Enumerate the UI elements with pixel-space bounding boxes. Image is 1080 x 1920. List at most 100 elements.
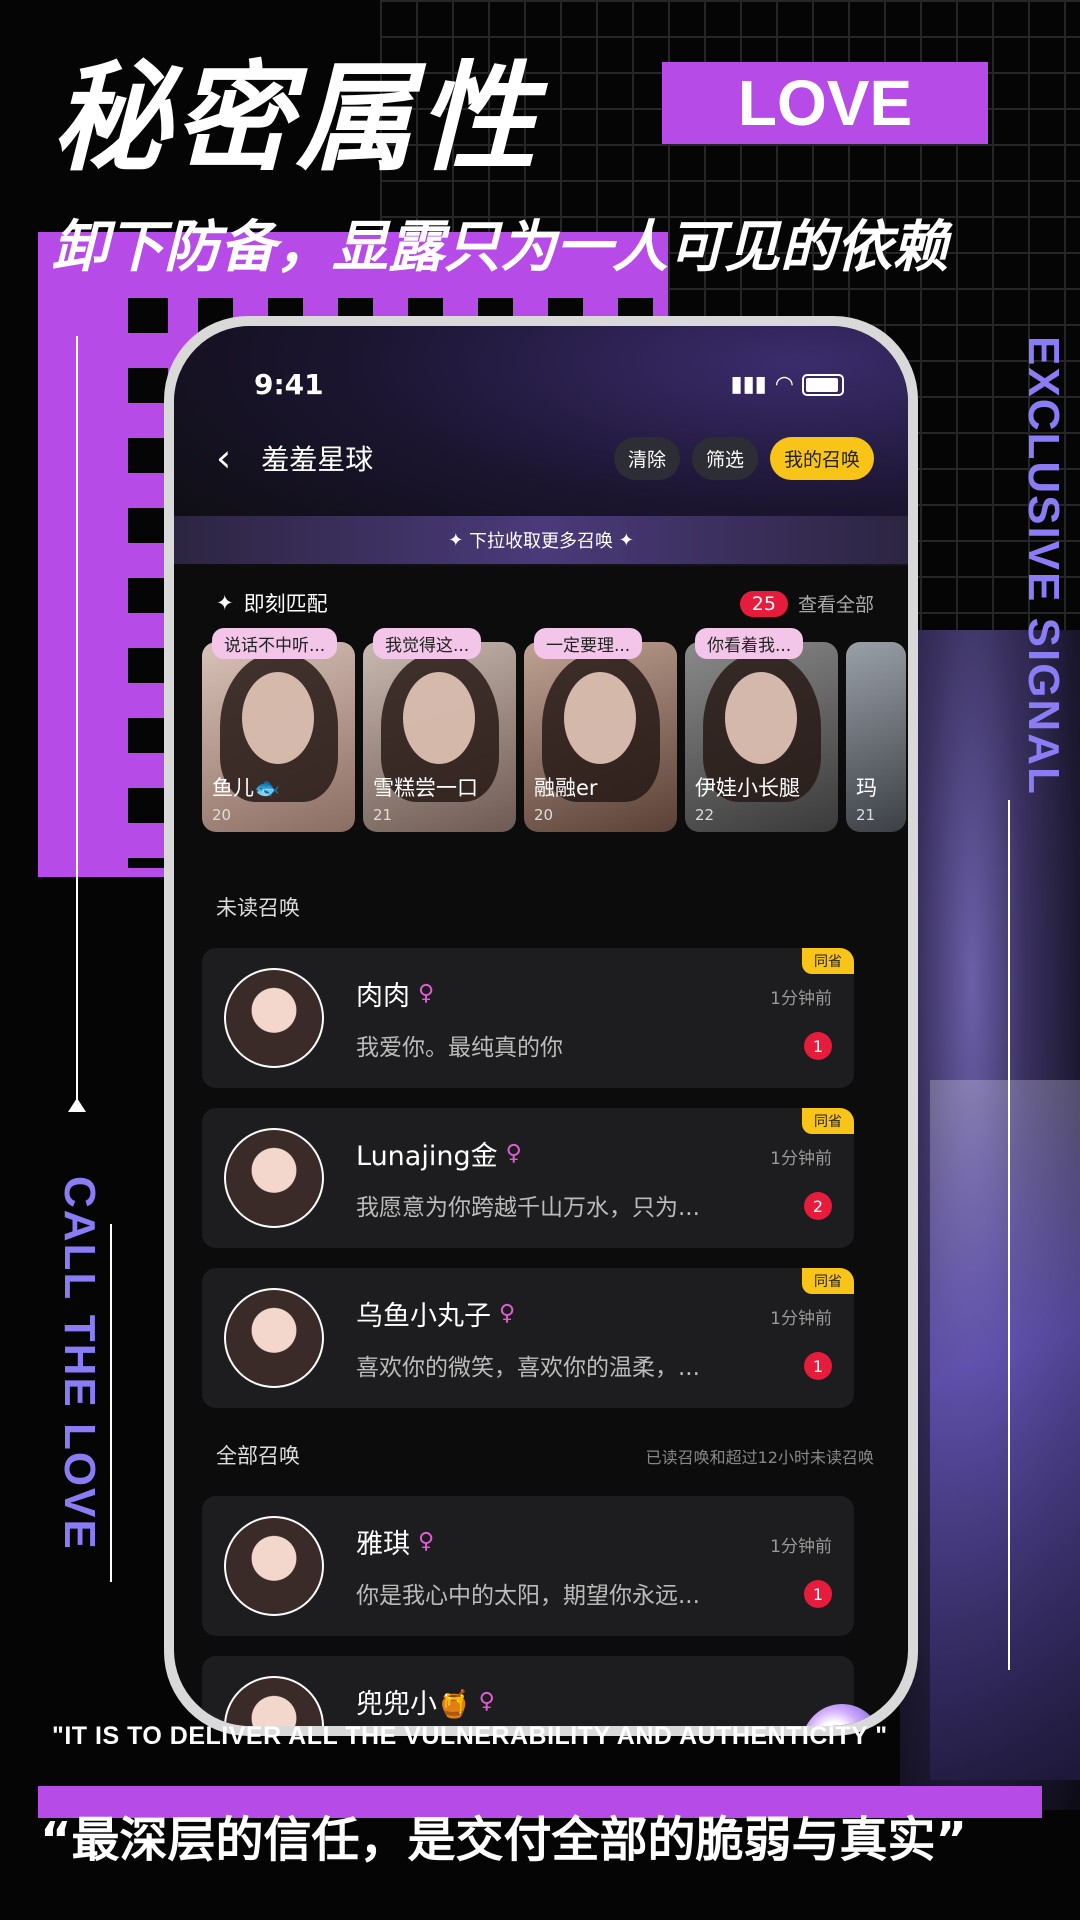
all-section-title: 全部召唤 <box>216 1444 300 1468</box>
profile-face <box>725 672 797 764</box>
female-icon: ♀ <box>505 1141 522 1166</box>
card-name: 融融er <box>534 776 598 800</box>
status-bar: 9:41 ▮▮▮ ◠ <box>254 368 844 401</box>
message-item[interactable]: 肉肉 ♀ 1分钟前 我爱你。最纯真的你 1 同省 <box>202 948 854 1088</box>
message-name-row: 兜兜小🍯 ♀ <box>356 1682 495 1721</box>
unread-badge: 1 <box>804 1032 832 1060</box>
message-preview: 我愿意为你跨越千山万水，只为... <box>356 1195 700 1221</box>
status-icons: ▮▮▮ ◠ <box>730 372 844 397</box>
message-name-row: 雅琪 ♀ <box>356 1522 434 1561</box>
card-bubble: 你看着我... <box>695 628 804 659</box>
card-name: 鱼儿🐟 <box>212 776 281 800</box>
love-badge: LOVE <box>662 62 988 144</box>
battery-icon <box>802 373 844 396</box>
avatar <box>224 1128 324 1228</box>
message-item[interactable]: 乌鱼小丸子 ♀ 1分钟前 喜欢你的微笑，喜欢你的温柔，... 1 同省 <box>202 1268 854 1408</box>
match-card[interactable]: 我觉得这... 雪糕尝一口 21 <box>363 628 516 832</box>
sparkle-icon: ✦ <box>448 529 469 551</box>
profile-face <box>564 672 636 764</box>
message-time: 1分钟前 <box>770 1309 832 1329</box>
match-card-list: 说话不中听... 鱼儿🐟 20 我觉得这... 雪糕尝一口 21 一定要理...… <box>202 628 906 832</box>
female-icon: ♀ <box>418 1529 435 1554</box>
card-bubble: 我觉得这... <box>373 628 482 659</box>
message-time: 1分钟前 <box>770 1537 832 1557</box>
match-card[interactable]: 说话不中听... 鱼儿🐟 20 <box>202 628 355 832</box>
card-name: 伊娃小长腿 <box>695 776 800 800</box>
female-icon: ♀ <box>499 1301 516 1326</box>
triangle-marker-icon <box>68 1098 86 1112</box>
clear-button[interactable]: 清除 <box>613 436 680 480</box>
view-all-label: 查看全部 <box>797 594 874 616</box>
message-preview: 我爱你。最纯真的你 <box>356 1035 563 1061</box>
wifi-icon: ◠ <box>774 372 794 397</box>
message-name: 兜兜小🍯 <box>356 1689 471 1720</box>
card-age: 20 <box>212 806 232 824</box>
filter-button[interactable]: 筛选 <box>691 436 758 480</box>
message-name: 肉肉 <box>356 981 410 1012</box>
card-name: 玛 <box>856 776 877 800</box>
message-name-row: 肉肉 ♀ <box>356 974 434 1013</box>
view-all-link[interactable]: 25 查看全部 <box>739 590 874 617</box>
match-card[interactable]: 你看着我... 伊娃小长腿 22 <box>685 628 838 832</box>
divider-line-right <box>1008 800 1010 1670</box>
avatar <box>224 1676 324 1726</box>
message-name: Lunajing金 <box>356 1141 498 1172</box>
status-time: 9:41 <box>254 368 324 401</box>
app-screen: 9:41 ▮▮▮ ◠ ‹ 羞羞星球 清除 筛选 我的召唤 ✦ 下拉收取更多召唤 … <box>174 326 908 1726</box>
message-time: 1分钟前 <box>770 1149 832 1169</box>
quote-chinese: “最深层的信任，是交付全部的脆弱与真实” <box>40 1812 968 1868</box>
profile-face <box>403 672 475 764</box>
signal-icon: ▮▮▮ <box>730 372 767 397</box>
message-item[interactable]: 雅琪 ♀ 1分钟前 你是我心中的太阳，期望你永远... 1 <box>202 1496 854 1636</box>
card-bubble: 说话不中听... <box>212 628 338 659</box>
quote-english: "IT IS TO DELIVER ALL THE VULNERABILITY … <box>52 1722 888 1750</box>
nav-bar: ‹ 羞羞星球 清除 筛选 我的召唤 <box>216 436 874 480</box>
side-text-right: EXCLUSIVE SIGNAL <box>1019 336 1068 796</box>
phone-frame: 9:41 ▮▮▮ ◠ ‹ 羞羞星球 清除 筛选 我的召唤 ✦ 下拉收取更多召唤 … <box>164 316 918 1736</box>
pull-banner[interactable]: ✦ 下拉收取更多召唤 ✦ <box>174 516 908 564</box>
instant-match-label: 即刻匹配 <box>243 592 328 616</box>
checker-pattern <box>128 298 168 868</box>
message-preview: 喜欢你的微笑，喜欢你的温柔，... <box>356 1355 700 1381</box>
match-card[interactable]: 玛 21 <box>846 642 906 832</box>
message-preview: 你是我心中的太阳，期望你永远... <box>356 1583 700 1609</box>
card-age: 22 <box>695 806 715 824</box>
divider-line-left-2 <box>110 1224 112 1582</box>
poster-title: 秘密属性 <box>52 49 541 187</box>
unread-badge: 2 <box>804 1192 832 1220</box>
foil-highlight <box>930 1080 1080 1780</box>
female-icon: ♀ <box>478 1689 495 1714</box>
match-count-badge: 25 <box>739 590 788 617</box>
card-age: 21 <box>373 806 393 824</box>
avatar <box>224 968 324 1068</box>
my-calls-button[interactable]: 我的召唤 <box>769 436 874 480</box>
female-icon: ♀ <box>418 981 435 1006</box>
message-name: 乌鱼小丸子 <box>356 1301 491 1332</box>
same-province-tag: 同省 <box>802 1268 854 1294</box>
message-name: 雅琪 <box>356 1529 410 1560</box>
same-province-tag: 同省 <box>802 1108 854 1134</box>
unread-badge: 1 <box>804 1352 832 1380</box>
message-item[interactable]: 兜兜小🍯 ♀ <box>202 1656 854 1726</box>
unread-badge: 1 <box>804 1580 832 1608</box>
message-time: 1分钟前 <box>770 989 832 1009</box>
unread-section-title: 未读召唤 <box>216 896 300 920</box>
avatar <box>224 1288 324 1388</box>
match-card[interactable]: 一定要理... 融融er 20 <box>524 628 677 832</box>
message-item[interactable]: Lunajing金 ♀ 1分钟前 我愿意为你跨越千山万水，只为... 2 同省 <box>202 1108 854 1248</box>
instant-match-header: ✦ 即刻匹配 <box>216 588 328 618</box>
card-name: 雪糕尝一口 <box>373 776 478 800</box>
page-title: 羞羞星球 <box>261 443 374 476</box>
card-age: 20 <box>534 806 554 824</box>
sparkle-icon: ✦ <box>613 529 634 551</box>
avatar <box>224 1516 324 1616</box>
all-section-note: 已读召唤和超过12小时未读召唤 <box>645 1448 874 1467</box>
card-age: 21 <box>856 806 876 824</box>
chevron-left-icon[interactable]: ‹ <box>216 436 231 480</box>
message-name-row: 乌鱼小丸子 ♀ <box>356 1294 515 1333</box>
poster-subtitle: 卸下防备，显露只为一人可见的依赖 <box>52 215 948 280</box>
sparkle-icon: ✦ <box>216 591 234 615</box>
banner-text: 下拉收取更多召唤 <box>469 531 613 552</box>
same-province-tag: 同省 <box>802 948 854 974</box>
message-name-row: Lunajing金 ♀ <box>356 1134 522 1173</box>
